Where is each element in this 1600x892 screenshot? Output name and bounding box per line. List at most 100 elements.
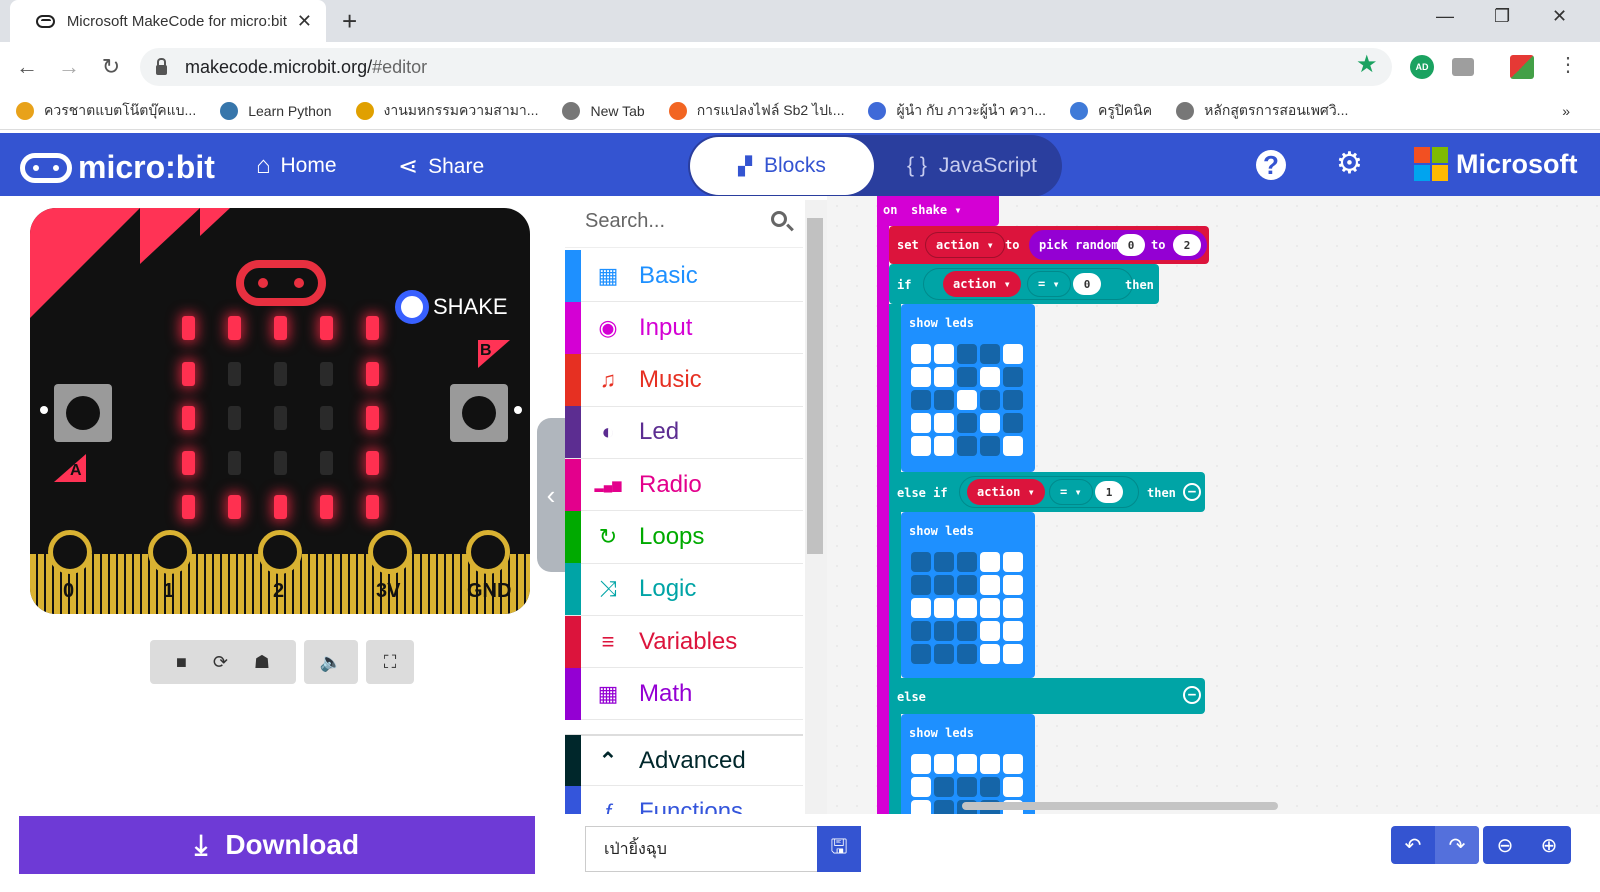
led-cell[interactable] bbox=[980, 436, 1000, 456]
category-basic[interactable]: ▦ Basic bbox=[565, 249, 803, 302]
led-cell[interactable] bbox=[1003, 644, 1023, 664]
led-cell[interactable] bbox=[980, 777, 1000, 797]
led-cell[interactable] bbox=[934, 436, 954, 456]
led-cell[interactable] bbox=[980, 344, 1000, 364]
led-cell[interactable] bbox=[980, 413, 1000, 433]
led-cell[interactable] bbox=[957, 552, 977, 572]
pin-2[interactable] bbox=[258, 530, 302, 574]
address-bar[interactable]: makecode.microbit.org/#editor bbox=[140, 48, 1392, 86]
category-logic[interactable]: ⤨ Logic bbox=[565, 563, 803, 616]
led-cell[interactable] bbox=[911, 413, 931, 433]
led-cell[interactable] bbox=[1003, 552, 1023, 572]
stop-icon[interactable]: ■ bbox=[176, 652, 187, 673]
variable-reporter[interactable]: action ▾ bbox=[967, 479, 1045, 505]
redo-icon[interactable]: ↷ bbox=[1435, 826, 1479, 864]
camera-extension-icon[interactable] bbox=[1452, 58, 1474, 76]
collapse-simulator-button[interactable]: ‹ bbox=[537, 418, 565, 572]
led-cell[interactable] bbox=[1003, 575, 1023, 595]
search-icon[interactable] bbox=[771, 211, 787, 227]
back-icon[interactable]: ← bbox=[6, 54, 48, 80]
bookmark-item[interactable]: งานมหกรรมความสามา... bbox=[355, 100, 538, 122]
led-cell[interactable] bbox=[957, 575, 977, 595]
led-cell[interactable] bbox=[957, 344, 977, 364]
more-bookmarks-icon[interactable]: » bbox=[1562, 103, 1570, 119]
bookmark-item[interactable]: ควรชาตแบตโน๊ตบุ๊คแบ... bbox=[16, 100, 196, 122]
show-leds-block[interactable]: show leds bbox=[901, 304, 1035, 472]
pin-1[interactable] bbox=[148, 530, 192, 574]
category-input[interactable]: ◉ Input bbox=[565, 301, 803, 355]
led-cell[interactable] bbox=[957, 754, 977, 774]
project-name-input[interactable]: เป่ายิ้งฉุบ bbox=[585, 826, 819, 872]
blocks-tab[interactable]: ▞ Blocks bbox=[690, 137, 874, 195]
share-button[interactable]: ⋖ Share bbox=[398, 152, 484, 181]
workspace-horizontal-scrollbar[interactable] bbox=[962, 802, 1278, 810]
bookmark-item[interactable]: Learn Python bbox=[220, 101, 332, 120]
help-icon[interactable]: ? bbox=[1256, 150, 1286, 180]
led-cell[interactable] bbox=[957, 413, 977, 433]
led-cell[interactable] bbox=[1003, 344, 1023, 364]
led-cell[interactable] bbox=[957, 436, 977, 456]
led-cell[interactable] bbox=[934, 800, 954, 814]
led-cell[interactable] bbox=[911, 598, 931, 618]
led-cell[interactable] bbox=[980, 367, 1000, 387]
led-cell[interactable] bbox=[934, 344, 954, 364]
mute-icon[interactable]: 🔈 bbox=[304, 640, 358, 684]
operator-dropdown[interactable]: = ▾ bbox=[1027, 271, 1071, 297]
bookmark-item[interactable]: การแปลงไฟล์ Sb2 ไปเ... bbox=[668, 100, 844, 122]
set-variable-block[interactable]: set action ▾ to pick random 0 to 2 bbox=[889, 226, 1209, 264]
show-leds-block[interactable]: show leds bbox=[901, 512, 1035, 678]
led-cell[interactable] bbox=[934, 598, 954, 618]
led-cell[interactable] bbox=[911, 344, 931, 364]
pin-0[interactable] bbox=[48, 530, 92, 574]
category-advanced[interactable]: ⌃ Advanced bbox=[565, 734, 803, 787]
toolbox-scrollbar[interactable] bbox=[805, 200, 827, 814]
restore-icon[interactable]: ❐ bbox=[1494, 6, 1510, 27]
led-cell[interactable] bbox=[980, 754, 1000, 774]
led-cell[interactable] bbox=[911, 800, 931, 814]
microbit-logo[interactable]: micro:bit bbox=[20, 149, 215, 186]
undo-icon[interactable]: ↶ bbox=[1391, 826, 1435, 864]
led-cell[interactable] bbox=[1003, 777, 1023, 797]
led-cell[interactable] bbox=[911, 367, 931, 387]
category-radio[interactable]: ▂▄▆ Radio bbox=[565, 458, 803, 512]
led-cell[interactable] bbox=[934, 575, 954, 595]
led-cell[interactable] bbox=[980, 598, 1000, 618]
pin-3[interactable] bbox=[368, 530, 412, 574]
category-led[interactable]: ◐ Led bbox=[565, 406, 803, 459]
pin-4[interactable] bbox=[466, 530, 510, 574]
led-cell[interactable] bbox=[980, 621, 1000, 641]
led-cell[interactable] bbox=[957, 644, 977, 664]
minimize-icon[interactable]: — bbox=[1436, 6, 1454, 27]
close-tab-icon[interactable]: ✕ bbox=[297, 11, 312, 32]
browser-tab[interactable]: Microsoft MakeCode for micro:bit ✕ bbox=[10, 0, 326, 42]
variable-reporter[interactable]: action ▾ bbox=[943, 271, 1021, 297]
bookmark-item[interactable]: ครูปิคนิค bbox=[1070, 100, 1152, 122]
led-cell[interactable] bbox=[934, 390, 954, 410]
led-cell[interactable] bbox=[911, 552, 931, 572]
led-editor-grid[interactable] bbox=[911, 552, 1023, 664]
extension-icon[interactable] bbox=[1510, 55, 1534, 79]
led-cell[interactable] bbox=[957, 621, 977, 641]
led-cell[interactable] bbox=[934, 777, 954, 797]
menu-icon[interactable]: ⋮ bbox=[1558, 52, 1578, 76]
button-b[interactable] bbox=[450, 384, 508, 442]
compare-value-input[interactable]: 0 bbox=[1073, 273, 1101, 295]
led-cell[interactable] bbox=[1003, 390, 1023, 410]
led-cell[interactable] bbox=[1003, 754, 1023, 774]
led-cell[interactable] bbox=[911, 390, 931, 410]
led-cell[interactable] bbox=[934, 754, 954, 774]
led-cell[interactable] bbox=[957, 777, 977, 797]
led-editor-grid[interactable] bbox=[911, 344, 1023, 456]
show-leds-block[interactable]: show leds bbox=[901, 714, 1035, 814]
category-music[interactable]: ♫ Music bbox=[565, 354, 803, 407]
bookmark-item[interactable]: ผู้นำ กับ ภาวะผู้นำ ควา... bbox=[868, 100, 1046, 122]
toolbox-search-input[interactable]: Search... bbox=[565, 196, 803, 248]
adblock-extension-icon[interactable]: AD bbox=[1410, 55, 1434, 79]
save-button[interactable]: 🖫 bbox=[817, 826, 861, 872]
led-cell[interactable] bbox=[1003, 621, 1023, 641]
button-a[interactable] bbox=[54, 384, 112, 442]
led-cell[interactable] bbox=[957, 390, 977, 410]
led-cell[interactable] bbox=[934, 413, 954, 433]
led-cell[interactable] bbox=[957, 598, 977, 618]
led-cell[interactable] bbox=[911, 621, 931, 641]
